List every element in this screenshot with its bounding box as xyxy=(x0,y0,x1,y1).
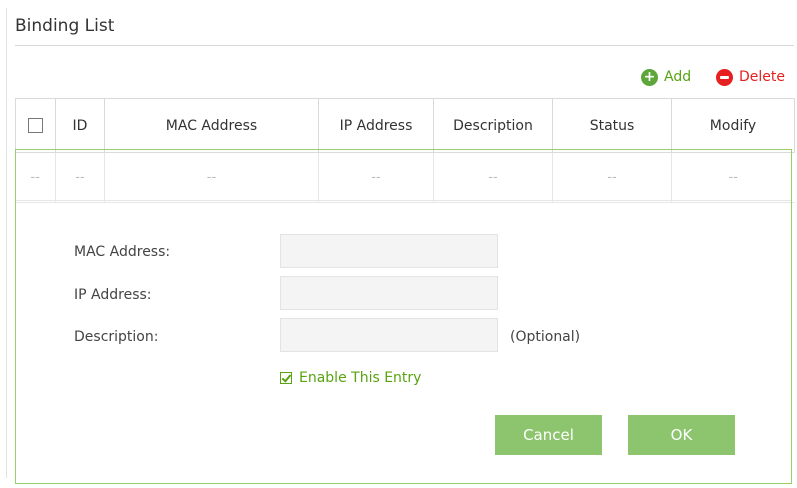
enable-entry-checkbox[interactable]: Enable This Entry xyxy=(280,370,421,386)
column-header-description: Description xyxy=(433,98,553,153)
section-title: Binding List xyxy=(15,16,115,36)
mac-address-label: MAC Address: xyxy=(74,244,171,260)
delete-label: Delete xyxy=(739,69,785,85)
table-header-row: ID MAC Address IP Address Description St… xyxy=(15,98,795,153)
add-button[interactable]: + Add xyxy=(641,67,691,87)
column-header-ip: IP Address xyxy=(318,98,434,153)
add-label: Add xyxy=(664,69,692,85)
ip-address-input[interactable] xyxy=(280,276,498,310)
delete-button[interactable]: Delete xyxy=(716,67,785,87)
ok-button[interactable]: OK xyxy=(628,415,735,455)
select-all-checkbox[interactable] xyxy=(28,118,43,133)
cancel-button[interactable]: Cancel xyxy=(495,415,602,455)
checkbox-checked-icon xyxy=(280,372,292,384)
row-divider xyxy=(16,200,791,201)
plus-icon: + xyxy=(641,68,658,86)
mac-address-input[interactable] xyxy=(280,234,498,268)
title-divider xyxy=(15,45,794,46)
column-header-mac: MAC Address xyxy=(104,98,319,153)
select-all-cell[interactable] xyxy=(15,98,56,153)
ip-address-label: IP Address: xyxy=(74,287,152,303)
minus-icon xyxy=(716,68,733,86)
panel-left-border xyxy=(6,8,7,478)
description-input[interactable] xyxy=(280,318,498,352)
column-header-status: Status xyxy=(552,98,672,153)
column-header-modify: Modify xyxy=(671,98,795,153)
description-label: Description: xyxy=(74,329,159,345)
optional-hint: (Optional) xyxy=(510,329,581,345)
column-header-id: ID xyxy=(55,98,105,153)
enable-entry-label: Enable This Entry xyxy=(299,370,422,386)
edit-entry-panel: MAC Address: IP Address: Description: (O… xyxy=(15,149,792,484)
